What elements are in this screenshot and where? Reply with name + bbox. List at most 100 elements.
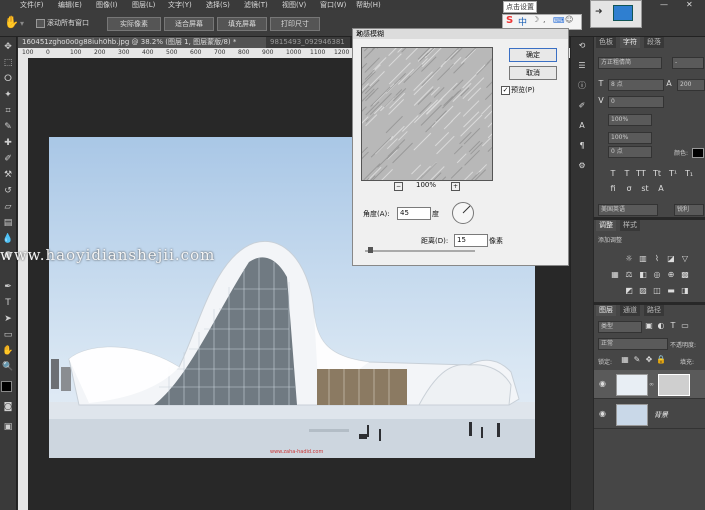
blend-mode-select[interactable]: 正常 bbox=[598, 338, 668, 350]
layer-row[interactable]: ◉ ∞ bbox=[594, 370, 705, 399]
vibrance-icon[interactable]: ▽ bbox=[680, 254, 690, 264]
channel-mixer-icon[interactable]: ⊕ bbox=[666, 270, 676, 280]
distance-slider-track[interactable] bbox=[365, 250, 475, 252]
lock-paint-icon[interactable]: ✎ bbox=[632, 355, 642, 365]
scroll-all-checkbox[interactable] bbox=[36, 19, 45, 28]
dialog-title-bar[interactable]: 动感模糊 ✕ bbox=[353, 29, 568, 39]
tab-paths[interactable]: 路径 bbox=[644, 305, 664, 316]
actual-pixels-button[interactable]: 实际像素 bbox=[107, 17, 161, 31]
paragraph-icon[interactable]: ¶ bbox=[577, 141, 587, 151]
brightness-icon[interactable]: ☼ bbox=[624, 254, 634, 264]
fi-ligature-icon[interactable]: fi bbox=[608, 184, 618, 194]
magic-wand-icon[interactable]: ✦ bbox=[2, 89, 14, 101]
layer-row[interactable]: ◉ 背景 bbox=[594, 400, 705, 429]
eye-icon[interactable]: ◉ bbox=[599, 409, 606, 418]
gradient-map-icon[interactable]: ▬ bbox=[666, 286, 676, 296]
type-tool-icon[interactable]: T bbox=[2, 297, 14, 309]
zoom-in-button[interactable]: + bbox=[451, 182, 460, 191]
font-size-input[interactable]: 8 点 bbox=[608, 79, 664, 91]
smallcaps-icon[interactable]: Tt bbox=[652, 169, 662, 179]
distance-input[interactable]: 15 bbox=[454, 234, 488, 247]
cancel-button[interactable]: 取消 bbox=[509, 66, 557, 80]
print-size-button[interactable]: 打印尺寸 bbox=[270, 17, 320, 31]
document-tab[interactable]: 160451zgho0o0g88iuh0hb.jpg @ 38.2% (图层 1… bbox=[18, 37, 268, 48]
brush-panel-icon[interactable]: ✐ bbox=[577, 101, 587, 111]
photo-filter-icon[interactable]: ◎ bbox=[652, 270, 662, 280]
screen-mode-icon[interactable]: ▣ bbox=[2, 421, 14, 433]
properties-icon[interactable]: ☰ bbox=[577, 61, 587, 71]
swash-icon[interactable]: A bbox=[656, 184, 666, 194]
eyedropper-icon[interactable]: ✎ bbox=[2, 121, 14, 133]
tab-swatches[interactable]: 色板 bbox=[596, 37, 616, 48]
window-switch[interactable]: ➜ bbox=[590, 0, 642, 28]
ok-button[interactable]: 确定 bbox=[509, 48, 557, 62]
link-icon[interactable]: ∞ bbox=[649, 381, 654, 388]
lock-all-icon[interactable]: 🔒 bbox=[656, 355, 666, 365]
text-color-swatch[interactable] bbox=[692, 148, 704, 158]
antialias-select[interactable]: 锐利 bbox=[674, 204, 704, 216]
lasso-tool-icon[interactable]: ⵔ bbox=[2, 73, 14, 85]
brush-tool-icon[interactable]: ✐ bbox=[2, 153, 14, 165]
close-icon[interactable]: ✕ bbox=[356, 29, 565, 39]
zoom-out-button[interactable]: − bbox=[394, 182, 403, 191]
stamp-tool-icon[interactable]: ⚒ bbox=[2, 169, 14, 181]
vertical-scale-input[interactable]: 100% bbox=[608, 132, 652, 144]
filter-preview[interactable] bbox=[361, 47, 493, 181]
threshold-icon[interactable]: ◫ bbox=[652, 286, 662, 296]
layer-mask-thumbnail[interactable] bbox=[658, 374, 690, 396]
quick-mask-icon[interactable]: ◙ bbox=[2, 401, 14, 413]
zoom-tool-icon[interactable]: 🔍 bbox=[2, 361, 14, 373]
ime-mode-icon[interactable]: 中 bbox=[518, 15, 527, 28]
distance-slider-handle[interactable] bbox=[368, 247, 373, 253]
tab-channels[interactable]: 通道 bbox=[620, 305, 640, 316]
pen-tool-icon[interactable]: ✒ bbox=[2, 281, 14, 293]
clone-source-icon[interactable]: ⚙ bbox=[577, 161, 587, 171]
tab-layers[interactable]: 图层 bbox=[596, 305, 616, 316]
marquee-tool-icon[interactable]: ⬚ bbox=[2, 57, 14, 69]
layer-kind-filter[interactable]: 类型 bbox=[598, 321, 642, 333]
lock-position-icon[interactable]: ✥ bbox=[644, 355, 654, 365]
punct-icon[interactable]: , bbox=[543, 15, 546, 24]
leading-input[interactable]: 200 bbox=[677, 79, 705, 91]
bold-icon[interactable]: T bbox=[608, 169, 618, 179]
dropdown-arrow-icon[interactable]: ▾ bbox=[20, 19, 24, 28]
invert-icon[interactable]: ◩ bbox=[624, 286, 634, 296]
menu-type[interactable]: 文字(Y) bbox=[168, 0, 192, 10]
curves-icon[interactable]: ⌇ bbox=[652, 254, 662, 264]
font-style-select[interactable]: - bbox=[672, 57, 704, 69]
tracking-input[interactable]: 100% bbox=[608, 114, 652, 126]
fill-screen-button[interactable]: 填充屏幕 bbox=[217, 17, 267, 31]
menu-select[interactable]: 选择(S) bbox=[206, 0, 230, 10]
crop-tool-icon[interactable]: ⌗ bbox=[2, 105, 14, 117]
eraser-tool-icon[interactable]: ▱ bbox=[2, 201, 14, 213]
filter-type-icon[interactable]: T bbox=[668, 321, 678, 331]
preview-checkbox[interactable]: ✓ bbox=[501, 86, 510, 95]
stylistic-icon[interactable]: st bbox=[640, 184, 650, 194]
history-icon[interactable]: ⟲ bbox=[577, 41, 587, 51]
italic-icon[interactable]: T bbox=[622, 169, 632, 179]
exposure-icon[interactable]: ◪ bbox=[666, 254, 676, 264]
close-icon[interactable]: ✕ bbox=[686, 0, 693, 10]
blur-tool-icon[interactable]: 💧 bbox=[2, 233, 14, 245]
menu-filter[interactable]: 滤镜(T) bbox=[244, 0, 268, 10]
minimize-icon[interactable]: — bbox=[660, 0, 668, 10]
keyboard-icon[interactable]: ⌨ bbox=[553, 16, 565, 25]
selective-color-icon[interactable]: ◨ bbox=[680, 286, 690, 296]
ornament-icon[interactable]: σ bbox=[624, 184, 634, 194]
moon-icon[interactable]: ☽ bbox=[532, 15, 539, 24]
gradient-tool-icon[interactable]: ▤ bbox=[2, 217, 14, 229]
shape-tool-icon[interactable]: ▭ bbox=[2, 329, 14, 341]
hand-tool-icon[interactable]: ✋ bbox=[2, 345, 14, 357]
foreground-color-swatch[interactable] bbox=[1, 381, 12, 392]
angle-dial[interactable] bbox=[452, 202, 474, 224]
fit-screen-button[interactable]: 适合屏幕 bbox=[164, 17, 214, 31]
history-brush-icon[interactable]: ↺ bbox=[2, 185, 14, 197]
baseline-input[interactable]: 0 点 bbox=[608, 146, 652, 158]
language-select[interactable]: 美国英语 bbox=[598, 204, 658, 216]
subscript-icon[interactable]: T₁ bbox=[684, 169, 694, 179]
path-select-icon[interactable]: ➤ bbox=[2, 313, 14, 325]
kerning-input[interactable]: 0 bbox=[608, 96, 664, 108]
user-icon[interactable]: ☺ bbox=[565, 15, 573, 24]
move-tool-icon[interactable]: ✥ bbox=[2, 41, 14, 53]
menu-window[interactable]: 窗口(W) bbox=[320, 0, 346, 10]
